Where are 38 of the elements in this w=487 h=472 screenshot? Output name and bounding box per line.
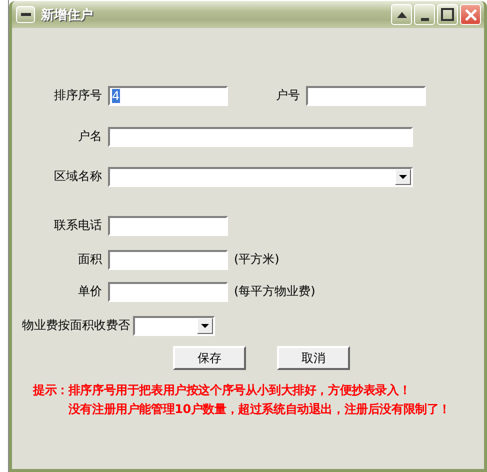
cancel-button[interactable]: 取消 bbox=[277, 346, 350, 370]
unit-label: (每平方物业费) bbox=[234, 283, 316, 300]
text-field[interactable] bbox=[108, 250, 228, 270]
text-field[interactable] bbox=[306, 86, 426, 106]
save-button[interactable]: 保存 bbox=[173, 346, 246, 370]
caret-down-icon bbox=[201, 324, 209, 328]
tip-text: 没有注册用户能管理10户数量，超过系统自动退出，注册后没有限制了！ bbox=[68, 401, 452, 418]
maximize-icon bbox=[441, 8, 454, 21]
field-label: 面积 bbox=[77, 251, 103, 268]
minimize-button[interactable] bbox=[414, 4, 435, 25]
tip-text: 排序序号用于把表用户按这个序号从小到大排好，方便抄表录入！ bbox=[68, 382, 412, 399]
field-label: 区域名称 bbox=[53, 168, 103, 185]
maximize-button[interactable] bbox=[437, 4, 458, 25]
dropdown-button[interactable] bbox=[197, 318, 213, 334]
text-field[interactable] bbox=[108, 126, 413, 146]
close-button[interactable] bbox=[460, 4, 481, 25]
close-icon bbox=[464, 8, 476, 20]
roll-up-button[interactable] bbox=[391, 4, 412, 25]
field-label: 单价 bbox=[77, 283, 103, 300]
dash-icon bbox=[20, 12, 30, 16]
field-label: 联系电话 bbox=[53, 217, 103, 234]
tip-label: 提示： bbox=[33, 382, 68, 399]
dropdown-field[interactable] bbox=[108, 166, 413, 186]
text-field[interactable] bbox=[108, 282, 228, 302]
field-label: 物业费按面积收费否 bbox=[22, 317, 131, 334]
unit-label: (平方米) bbox=[234, 251, 280, 268]
text-field[interactable] bbox=[108, 216, 228, 236]
window-title: 新增住户 bbox=[41, 6, 94, 24]
caret-up-icon bbox=[396, 12, 406, 18]
dropdown-button[interactable] bbox=[395, 168, 411, 184]
text-field[interactable]: 4 bbox=[108, 86, 228, 106]
field-label: 户号 bbox=[275, 87, 301, 104]
field-label: 户名 bbox=[77, 128, 103, 145]
window-menu-button[interactable] bbox=[16, 6, 35, 23]
minimize-icon bbox=[420, 18, 428, 20]
field-label: 排序序号 bbox=[53, 87, 103, 104]
caret-down-icon bbox=[399, 174, 407, 178]
dropdown-field[interactable] bbox=[133, 316, 215, 336]
